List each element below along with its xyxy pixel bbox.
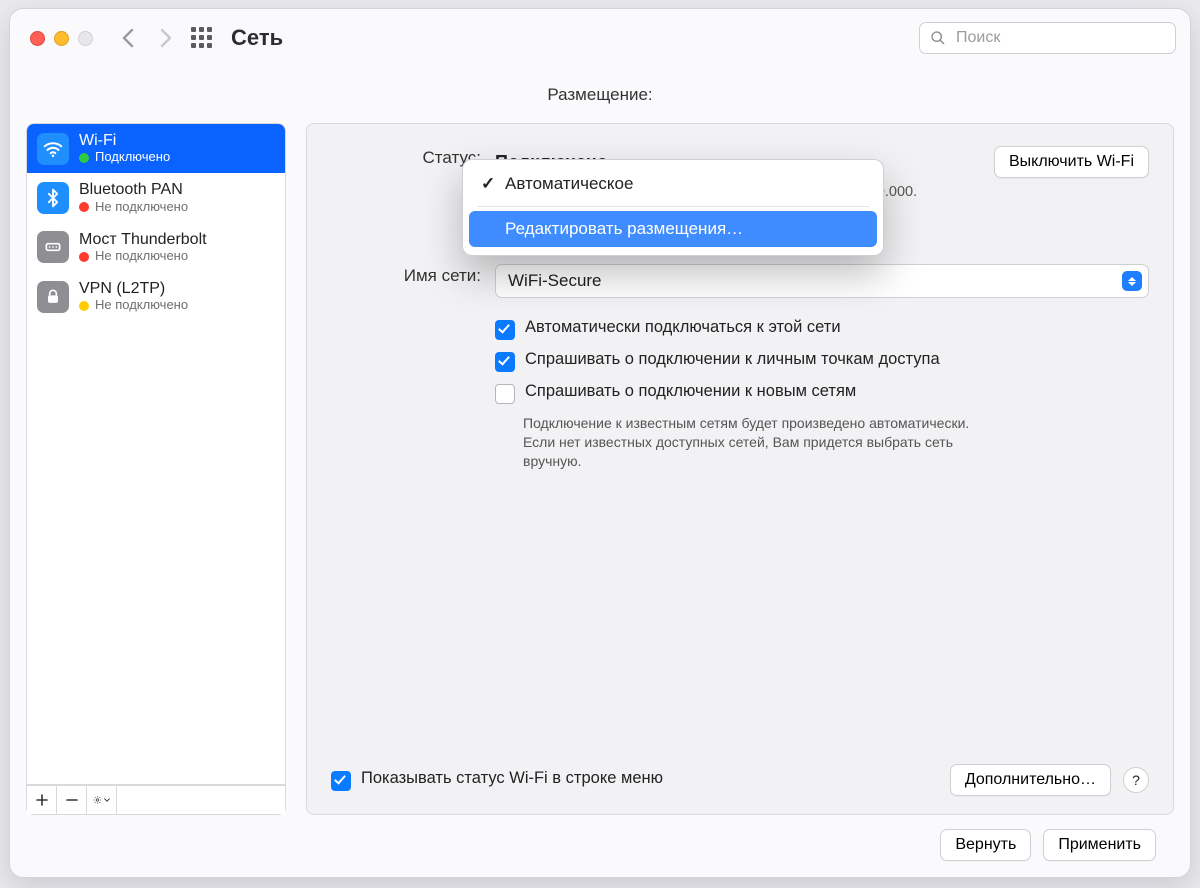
show-wifi-menu-checkbox-row[interactable]: Показывать статус Wi-Fi в строке меню: [331, 769, 663, 791]
window-title: Сеть: [231, 25, 283, 51]
checkbox[interactable]: [331, 771, 351, 791]
checkbox[interactable]: [495, 384, 515, 404]
service-name: Мост Thunderbolt: [79, 231, 207, 249]
ask-new-networks-note: Подключение к известным сетям будет прои…: [523, 414, 983, 471]
service-name: Wi-Fi: [79, 132, 170, 150]
location-menu-item-auto[interactable]: ✓ Автоматическое: [469, 166, 877, 202]
remove-service-button[interactable]: [57, 786, 87, 814]
service-name: Bluetooth PAN: [79, 181, 188, 199]
close-button[interactable]: [30, 31, 45, 46]
search-input[interactable]: [954, 28, 1165, 48]
back-button[interactable]: [121, 28, 135, 48]
location-row: Размещение:: [26, 85, 1174, 105]
turn-off-wifi-button[interactable]: Выключить Wi-Fi: [994, 146, 1149, 178]
service-item-wifi[interactable]: Wi-Fi Подключено: [27, 124, 285, 173]
service-status: Не подключено: [95, 200, 188, 215]
service-list[interactable]: Wi-Fi Подключено Bluetooth PAN Не подклю…: [26, 123, 286, 785]
service-status: Не подключено: [95, 249, 188, 264]
auto-join-checkbox-row[interactable]: Автоматически подключаться к этой сети: [495, 318, 1149, 340]
network-name-label: Имя сети:: [331, 264, 481, 286]
service-list-container: Wi-Fi Подключено Bluetooth PAN Не подклю…: [26, 123, 286, 815]
search-field[interactable]: [919, 22, 1176, 54]
network-name-select[interactable]: WiFi-Secure: [495, 264, 1149, 298]
ask-new-networks-checkbox-row[interactable]: Спрашивать о подключении к новым сетям: [495, 382, 1149, 404]
status-label: Статус:: [331, 146, 481, 168]
chevron-updown-icon: [1122, 271, 1142, 291]
menu-item-label: Редактировать размещения…: [505, 219, 743, 239]
forward-button[interactable]: [159, 28, 173, 48]
apply-button[interactable]: Применить: [1043, 829, 1156, 861]
service-item-vpn[interactable]: VPN (L2TP) Не подключено: [27, 272, 285, 321]
show-all-icon[interactable]: [191, 27, 213, 49]
list-tools: [26, 785, 286, 815]
list-tools-spacer: [117, 786, 285, 814]
service-item-thunderbolt-bridge[interactable]: Мост Thunderbolt Не подключено: [27, 223, 285, 272]
service-item-bluetooth-pan[interactable]: Bluetooth PAN Не подключено: [27, 173, 285, 222]
zoom-button[interactable]: [78, 31, 93, 46]
checkbox[interactable]: [495, 352, 515, 372]
checkbox-label: Автоматически подключаться к этой сети: [525, 318, 841, 337]
menu-item-label: Автоматическое: [505, 174, 633, 194]
location-menu-item-edit[interactable]: Редактировать размещения…: [469, 211, 877, 247]
status-dot: [79, 301, 89, 311]
service-status: Подключено: [95, 150, 170, 165]
location-menu[interactable]: ✓ Автоматическое Редактировать размещени…: [462, 159, 884, 256]
search-icon: [930, 30, 946, 46]
checkmark-icon: ✓: [481, 174, 495, 194]
network-name-row: Имя сети: WiFi-Secure: [331, 264, 1149, 298]
advanced-button[interactable]: Дополнительно…: [950, 764, 1111, 796]
service-status: Не подключено: [95, 298, 188, 313]
checkbox-label: Спрашивать о подключении к новым сетям: [525, 382, 856, 401]
nav-arrows: [121, 28, 173, 48]
window-controls: [24, 31, 93, 46]
checkbox-label: Показывать статус Wi-Fi в строке меню: [361, 769, 663, 788]
revert-button[interactable]: Вернуть: [940, 829, 1031, 861]
wifi-icon: [37, 133, 69, 165]
location-label: Размещение:: [547, 85, 652, 105]
menu-separator: [477, 206, 869, 207]
checkbox-label: Спрашивать о подключении к личным точкам…: [525, 350, 940, 369]
status-dot: [79, 252, 89, 262]
ask-hotspot-checkbox-row[interactable]: Спрашивать о подключении к личным точкам…: [495, 350, 1149, 372]
service-name: VPN (L2TP): [79, 280, 188, 298]
toolbar: Сеть: [10, 9, 1190, 67]
content-area: Размещение: Wi-Fi Подключено: [10, 67, 1190, 877]
checkbox[interactable]: [495, 320, 515, 340]
lock-icon: [37, 281, 69, 313]
preferences-window: Сеть Размещение:: [9, 8, 1191, 878]
minimize-button[interactable]: [54, 31, 69, 46]
network-name-value: WiFi-Secure: [508, 271, 602, 291]
status-dot: [79, 153, 89, 163]
window-footer-buttons: Вернуть Применить: [26, 815, 1174, 861]
thunderbolt-icon: [37, 231, 69, 263]
help-button[interactable]: ?: [1123, 767, 1149, 793]
service-actions-button[interactable]: [87, 786, 117, 814]
status-dot: [79, 202, 89, 212]
add-service-button[interactable]: [27, 786, 57, 814]
bluetooth-icon: [37, 182, 69, 214]
